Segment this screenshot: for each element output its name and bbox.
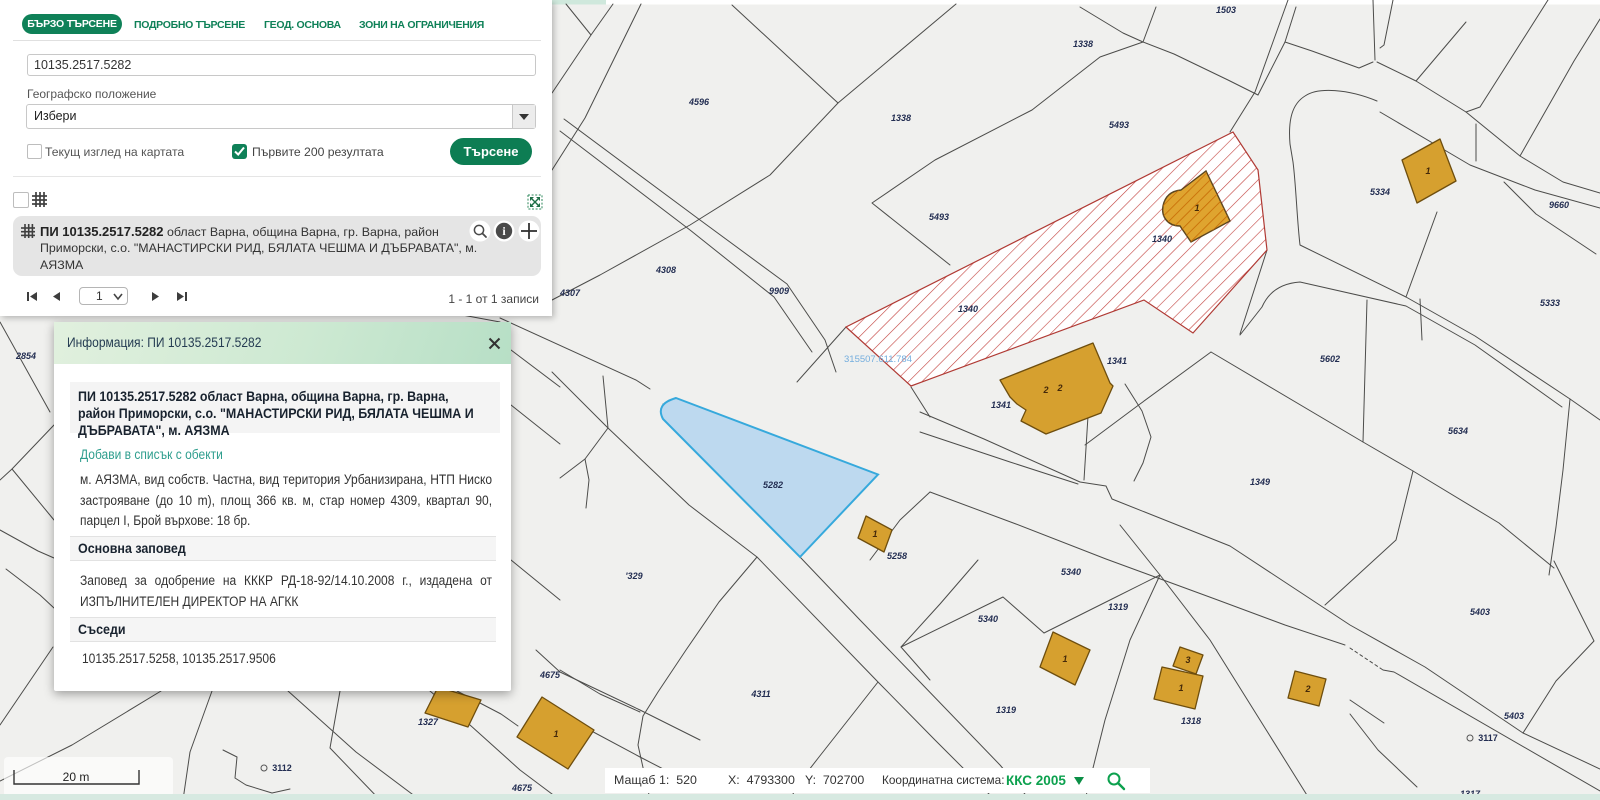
svg-text:1503: 1503 — [1216, 5, 1236, 15]
svg-text:1349: 1349 — [1250, 477, 1270, 487]
svg-text:5493: 5493 — [929, 212, 949, 222]
svg-text:5602: 5602 — [1320, 354, 1340, 364]
svg-text:315507.611.784: 315507.611.784 — [844, 354, 912, 365]
svg-text:1341: 1341 — [991, 400, 1011, 410]
svg-text:5334: 5334 — [1370, 187, 1390, 197]
svg-text:5340: 5340 — [1061, 567, 1081, 577]
svg-text:1340: 1340 — [958, 304, 978, 314]
svg-text:2: 2 — [1056, 383, 1062, 393]
svg-text:1: 1 — [872, 529, 877, 539]
svg-text:4307: 4307 — [559, 288, 581, 298]
svg-text:5340: 5340 — [978, 614, 998, 624]
svg-text:5403: 5403 — [1470, 607, 1490, 617]
svg-text:4596: 4596 — [688, 97, 710, 107]
svg-text:1: 1 — [1194, 203, 1199, 213]
svg-text:'329: '329 — [625, 571, 642, 581]
svg-text:1327: 1327 — [418, 717, 439, 727]
svg-text:4675: 4675 — [511, 783, 533, 793]
svg-text:3117: 3117 — [1478, 733, 1498, 743]
svg-text:2: 2 — [1042, 385, 1048, 395]
svg-text:4311: 4311 — [750, 689, 770, 699]
svg-text:2: 2 — [1304, 684, 1310, 694]
svg-text:1: 1 — [1425, 166, 1430, 176]
svg-text:2854: 2854 — [15, 351, 36, 361]
svg-text:1319: 1319 — [1108, 602, 1128, 612]
svg-text:1338: 1338 — [891, 113, 911, 123]
svg-text:1: 1 — [1178, 683, 1183, 693]
svg-text:3: 3 — [1185, 655, 1190, 665]
svg-text:1318: 1318 — [1181, 716, 1201, 726]
svg-text:5634: 5634 — [1448, 426, 1468, 436]
svg-text:1: 1 — [553, 729, 558, 739]
svg-text:3112: 3112 — [272, 763, 292, 773]
svg-text:20 m: 20 m — [63, 770, 90, 784]
svg-text:1: 1 — [1062, 654, 1067, 664]
svg-text:5282: 5282 — [763, 480, 783, 490]
svg-text:5403: 5403 — [1504, 711, 1524, 721]
svg-text:1338: 1338 — [1073, 39, 1093, 49]
svg-text:5493: 5493 — [1109, 120, 1129, 130]
svg-text:4675: 4675 — [539, 670, 561, 680]
svg-text:1340: 1340 — [1152, 234, 1172, 244]
svg-text:1319: 1319 — [996, 705, 1016, 715]
svg-text:9660: 9660 — [1549, 200, 1569, 210]
svg-text:5333: 5333 — [1540, 298, 1560, 308]
svg-text:9909: 9909 — [769, 286, 789, 296]
svg-text:5258: 5258 — [887, 551, 907, 561]
svg-text:1341: 1341 — [1107, 356, 1127, 366]
svg-text:4308: 4308 — [655, 265, 676, 275]
